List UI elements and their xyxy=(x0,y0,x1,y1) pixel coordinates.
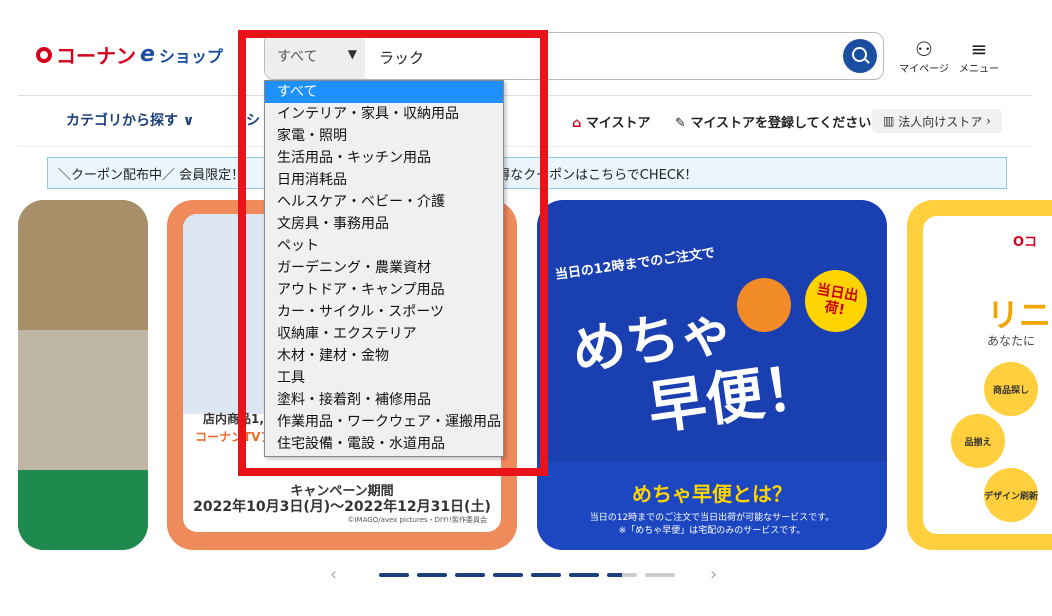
renewal-bubble-1: 商品探し xyxy=(984,362,1038,416)
express-info-sub-2: ※「めちゃ早便」は宅配のみのサービスです。 xyxy=(618,526,806,536)
menu-label: メニュー xyxy=(959,64,999,75)
garden-products-image xyxy=(18,470,148,550)
pencil-icon: ✎ xyxy=(675,116,686,131)
chevron-right-icon: › xyxy=(982,114,991,128)
mystore-label: マイストア xyxy=(585,116,651,131)
coupon-text: ＼クーポン配布中／ 会員限定！ xyxy=(58,167,245,183)
same-day-badge: 当日出荷! xyxy=(800,265,872,337)
search-button[interactable] xyxy=(843,39,877,73)
express-info-title: めちゃ早便とは？ xyxy=(632,482,792,506)
hamburger-icon: ≡ xyxy=(970,37,988,61)
renewal-bubble-2: 品揃え xyxy=(951,414,1005,468)
menu-button[interactable]: ≡ メニュー xyxy=(951,38,1007,75)
user-icon: ⚇ xyxy=(915,37,933,61)
category-browse-label: カテゴリから探す xyxy=(66,113,178,129)
garden-house-image xyxy=(18,330,148,470)
garden-furniture-image xyxy=(18,200,148,330)
logo-ring-icon xyxy=(36,46,52,63)
mystore-link[interactable]: ⌂ マイストア xyxy=(572,112,650,131)
mypage-label: マイページ xyxy=(899,64,949,75)
mascot-image xyxy=(737,278,791,332)
chevron-right-icon: › xyxy=(710,564,718,585)
carousel-next-button[interactable]: › xyxy=(710,564,717,585)
renewal-bubble-3: デザイン刷新 xyxy=(984,468,1038,522)
logo-main-text: コーナン xyxy=(56,44,136,68)
register-store-label: マイストアを登録してください xyxy=(690,116,872,131)
renewal-title: リニ xyxy=(987,296,1052,334)
chevron-left-icon: ‹ xyxy=(330,564,338,585)
building-icon: ▥ xyxy=(883,114,895,128)
chevron-down-icon: ∨ xyxy=(182,113,195,129)
carousel-pagination xyxy=(379,573,675,577)
banner-express[interactable]: 当日の12時までのご注文で めちゃ 早便！ 当日出荷! めちゃ早便とは？ 当日の… xyxy=(537,200,887,550)
carousel-prev-button[interactable]: ‹ xyxy=(330,564,337,585)
site-logo[interactable]: コーナン e ショップ xyxy=(36,40,223,69)
carousel-dot[interactable] xyxy=(569,573,599,577)
corporate-store-label: 法人向けストア xyxy=(898,114,983,129)
carousel-dot[interactable] xyxy=(645,573,675,577)
express-lead-text: 当日の12時までのご注文で xyxy=(554,245,716,283)
mypage-button[interactable]: ⚇ マイページ xyxy=(896,38,952,75)
category-browse-button[interactable]: カテゴリから探す ∨ xyxy=(66,110,194,130)
renewal-logo: Oコ xyxy=(1013,235,1038,250)
carousel-dot[interactable] xyxy=(493,573,523,577)
carousel-dot[interactable] xyxy=(455,573,485,577)
register-store-link[interactable]: ✎ マイストアを登録してください xyxy=(675,112,871,131)
banner-garden[interactable] xyxy=(18,200,148,550)
banner-renewal[interactable]: Oコ リニ あなたに 商品探し 品揃え デザイン刷新 xyxy=(907,200,1052,550)
logo-e-text: e xyxy=(140,42,155,67)
logo-shop-text: ショップ xyxy=(158,46,223,66)
express-info-sub-1: 当日の12時までのご注文で当日出荷が可能なサービスです。 xyxy=(589,513,835,523)
carousel-dot-active[interactable] xyxy=(607,573,637,577)
campaign-copyright: ©IMAGO/avex pictures・DIY!!製作委員会 xyxy=(347,516,487,524)
highlight-box xyxy=(238,30,548,476)
carousel-dot[interactable] xyxy=(531,573,561,577)
campaign-period-dates: 2022年10月3日(月)〜2022年12月31日(土) xyxy=(193,499,491,515)
corporate-store-button[interactable]: ▥ 法人向けストア › xyxy=(872,109,1002,133)
renewal-subtitle: あなたに xyxy=(987,334,1036,348)
store-heart-icon: ⌂ xyxy=(572,116,582,131)
carousel-dot[interactable] xyxy=(417,573,447,577)
carousel-dot[interactable] xyxy=(379,573,409,577)
